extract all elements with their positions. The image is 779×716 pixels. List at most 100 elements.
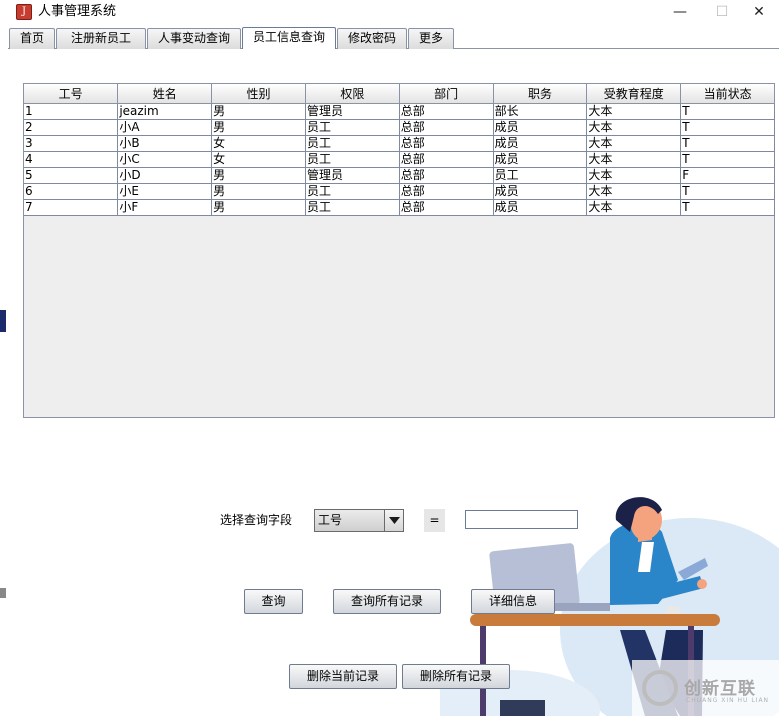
table-cell[interactable]: 员工: [304, 150, 400, 168]
table-cell[interactable]: 员工: [304, 182, 400, 200]
table-cell[interactable]: 总部: [398, 118, 494, 136]
table-cell[interactable]: 大本: [586, 102, 682, 120]
table-cell[interactable]: 男: [211, 166, 306, 184]
table-cell[interactable]: 部长: [492, 102, 588, 120]
employee-table: 工号 姓名 性别 权限 部门 职务 受教育程度 当前状态 1 jeazim 男 …: [24, 84, 775, 216]
column-header-id[interactable]: 工号: [24, 84, 119, 104]
table-cell[interactable]: 男: [211, 182, 306, 200]
table-cell[interactable]: T: [680, 198, 775, 216]
query-all-records-button[interactable]: 查询所有记录: [333, 589, 441, 614]
table-cell[interactable]: 员工: [304, 198, 400, 216]
table-cell[interactable]: 管理员: [304, 166, 400, 184]
equals-label: =: [424, 509, 445, 532]
watermark-text: 创新互联: [684, 679, 756, 699]
table-cell[interactable]: 员工: [304, 134, 400, 152]
table-cell[interactable]: 小E: [117, 182, 213, 200]
tab-more[interactable]: 更多: [408, 28, 454, 49]
table-cell[interactable]: 男: [211, 198, 306, 216]
table-row[interactable]: 2 小A 男 员工 总部 成员 大本 T: [24, 118, 775, 136]
table-row[interactable]: 4 小C 女 员工 总部 成员 大本 T: [24, 150, 775, 168]
table-cell[interactable]: 大本: [586, 198, 682, 216]
chevron-down-icon[interactable]: [384, 510, 403, 531]
watermark-logo-icon: [642, 670, 678, 706]
table-cell[interactable]: T: [680, 134, 775, 152]
query-field-selected: 工号: [318, 513, 343, 527]
column-header-position[interactable]: 职务: [492, 84, 588, 104]
table-cell[interactable]: 成员: [492, 150, 588, 168]
table-cell[interactable]: 女: [211, 134, 306, 152]
table-cell[interactable]: 2: [24, 118, 119, 136]
minimize-button[interactable]: —: [660, 0, 700, 24]
table-cell[interactable]: T: [680, 182, 775, 200]
background-window-edge: [0, 310, 6, 332]
close-button[interactable]: ✕: [739, 0, 779, 24]
column-header-name[interactable]: 姓名: [117, 84, 213, 104]
table-cell[interactable]: 成员: [492, 118, 588, 136]
column-header-education[interactable]: 受教育程度: [586, 84, 682, 104]
column-header-status[interactable]: 当前状态: [680, 84, 775, 104]
maximize-button[interactable]: ☐: [702, 0, 742, 24]
watermark-subtext: CHUANG XIN HU LIAN: [686, 697, 770, 704]
tab-employee-info-query[interactable]: 员工信息查询: [242, 27, 336, 49]
java-app-icon: J: [16, 4, 32, 20]
table-cell[interactable]: 大本: [586, 118, 682, 136]
table-cell[interactable]: 小F: [117, 198, 213, 216]
delete-current-record-button[interactable]: 删除当前记录: [289, 664, 397, 689]
table-cell[interactable]: 5: [24, 166, 119, 184]
table-cell[interactable]: 3: [24, 134, 119, 152]
table-cell[interactable]: 大本: [586, 150, 682, 168]
table-cell[interactable]: 管理员: [304, 102, 400, 120]
table-cell[interactable]: T: [680, 102, 775, 120]
query-field-dropdown[interactable]: 工号: [314, 509, 404, 532]
table-cell[interactable]: T: [680, 118, 775, 136]
table-cell[interactable]: 6: [24, 182, 119, 200]
table-cell[interactable]: 小D: [117, 166, 213, 184]
table-cell[interactable]: 1: [24, 102, 119, 120]
app-window: J 人事管理系统 — ☐ ✕ 首页 注册新员工 人事变动查询 员工信息查询 修改…: [0, 0, 779, 716]
column-header-gender[interactable]: 性别: [211, 84, 306, 104]
table-cell[interactable]: T: [680, 150, 775, 168]
table-cell[interactable]: F: [680, 166, 775, 184]
query-value-input[interactable]: [465, 510, 578, 529]
table-cell[interactable]: 男: [211, 118, 306, 136]
table-cell[interactable]: 总部: [398, 198, 494, 216]
table-cell[interactable]: 大本: [586, 166, 682, 184]
tab-home[interactable]: 首页: [9, 28, 55, 49]
table-cell[interactable]: 总部: [398, 134, 494, 152]
table-cell[interactable]: 成员: [492, 134, 588, 152]
table-row[interactable]: 7 小F 男 员工 总部 成员 大本 T: [24, 198, 775, 216]
detail-info-button[interactable]: 详细信息: [471, 589, 555, 614]
table-cell[interactable]: 成员: [492, 182, 588, 200]
table-cell[interactable]: 成员: [492, 198, 588, 216]
table-row[interactable]: 1 jeazim 男 管理员 总部 部长 大本 T: [24, 102, 775, 120]
table-cell[interactable]: 小B: [117, 134, 213, 152]
tab-personnel-change-query[interactable]: 人事变动查询: [147, 28, 241, 49]
table-cell[interactable]: 员工: [492, 166, 588, 184]
table-cell[interactable]: 总部: [398, 102, 494, 120]
tab-change-password[interactable]: 修改密码: [337, 28, 407, 49]
table-cell[interactable]: 总部: [398, 182, 494, 200]
column-header-department[interactable]: 部门: [398, 84, 494, 104]
table-cell[interactable]: 4: [24, 150, 119, 168]
table-cell[interactable]: 小A: [117, 118, 213, 136]
table-cell[interactable]: 大本: [586, 182, 682, 200]
table-row[interactable]: 5 小D 男 管理员 总部 员工 大本 F: [24, 166, 775, 184]
table-cell[interactable]: 总部: [398, 150, 494, 168]
tab-register-employee[interactable]: 注册新员工: [56, 28, 146, 49]
table-cell[interactable]: 7: [24, 198, 119, 216]
table-cell[interactable]: 男: [211, 102, 306, 120]
employee-table-scrollpane[interactable]: 工号 姓名 性别 权限 部门 职务 受教育程度 当前状态 1 jeazim 男 …: [23, 83, 775, 418]
table-cell[interactable]: 小C: [117, 150, 213, 168]
tab-strip: 首页 注册新员工 人事变动查询 员工信息查询 修改密码 更多: [8, 27, 779, 49]
query-button[interactable]: 查询: [244, 589, 303, 614]
table-cell[interactable]: 女: [211, 150, 306, 168]
table-cell[interactable]: jeazim: [117, 102, 213, 120]
column-header-permission[interactable]: 权限: [304, 84, 400, 104]
window-title: 人事管理系统: [38, 4, 117, 19]
table-row[interactable]: 3 小B 女 员工 总部 成员 大本 T: [24, 134, 775, 152]
table-row[interactable]: 6 小E 男 员工 总部 成员 大本 T: [24, 182, 775, 200]
table-cell[interactable]: 大本: [586, 134, 682, 152]
table-cell[interactable]: 员工: [304, 118, 400, 136]
table-cell[interactable]: 总部: [398, 166, 494, 184]
delete-all-records-button[interactable]: 删除所有记录: [402, 664, 510, 689]
